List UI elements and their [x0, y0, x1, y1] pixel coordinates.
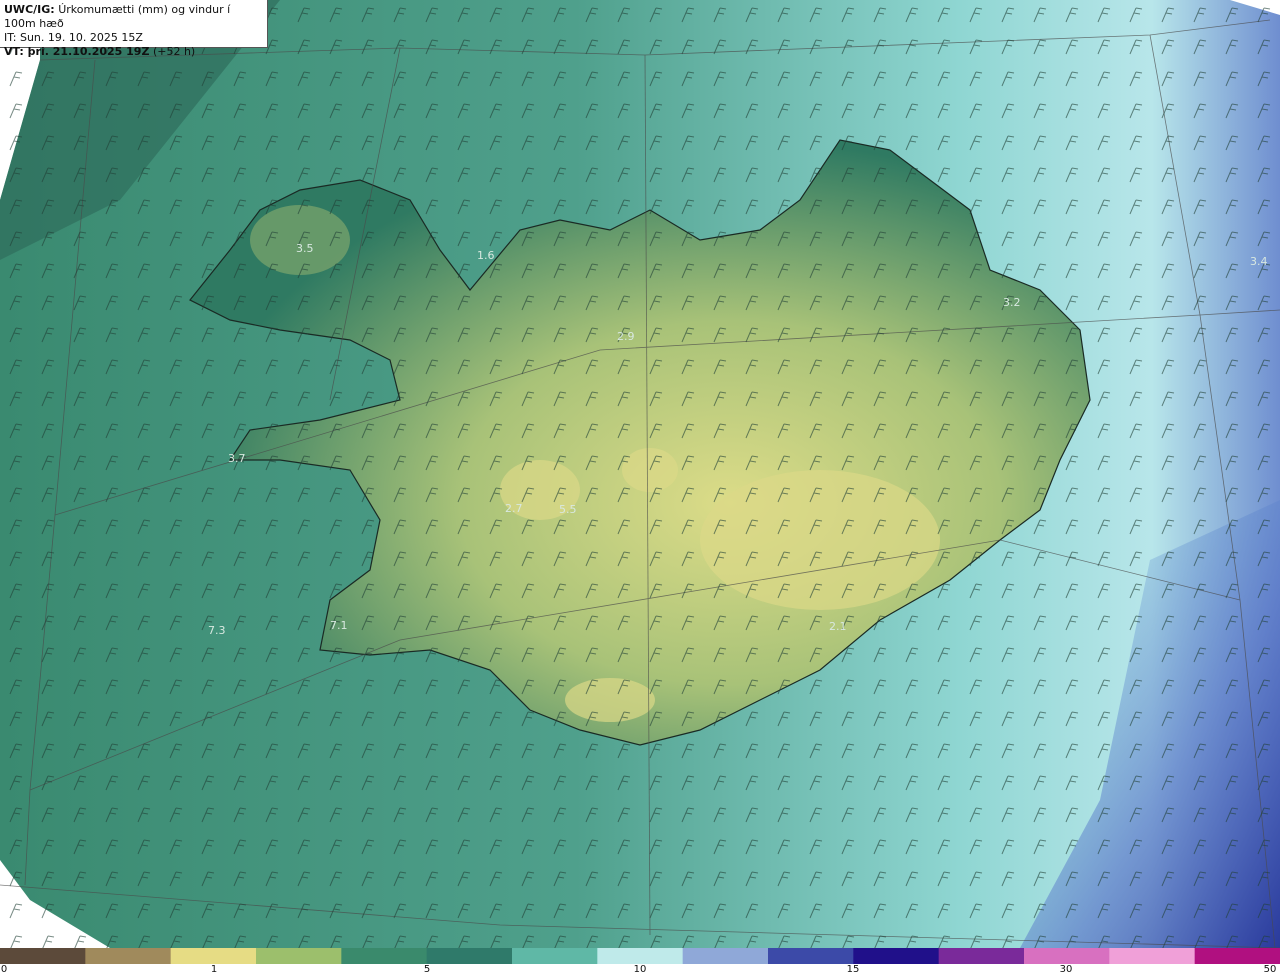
- map-label: 2.7: [505, 502, 523, 515]
- valid-offset: (+52 h): [152, 45, 196, 58]
- colorbar-tick: 10: [633, 964, 647, 975]
- colorbar-tick: 5: [423, 964, 431, 975]
- colorbar-tick: 1: [210, 964, 218, 975]
- valid-time: VT: þri. 21.10.2025 19Z: [4, 45, 150, 58]
- colorbar: [0, 948, 1280, 964]
- colorbar-segment: [1109, 948, 1196, 964]
- map-label: 7.1: [330, 619, 348, 632]
- colorbar-segment: [512, 948, 598, 964]
- map-label: 7.3: [208, 624, 226, 637]
- colorbar-segment: [597, 948, 684, 964]
- map-label: 3.4: [1250, 255, 1268, 268]
- map-label: 5.5: [559, 503, 577, 516]
- map-label: 2.9: [617, 330, 635, 343]
- colorbar-segment: [1024, 948, 1110, 964]
- map-label: 3.7: [228, 452, 246, 465]
- colorbar-segment: [768, 948, 854, 964]
- colorbar-tick: 15: [846, 964, 860, 975]
- colorbar-segment: [85, 948, 172, 964]
- colorbar-segment: [938, 948, 1025, 964]
- colorbar-segment: [170, 948, 257, 964]
- colorbar-segment: [853, 948, 940, 964]
- precipitation-wind-map: 3.5 1.6 2.9 3.2 3.4 3.7 2.7 5.5 7.3 7.1 …: [0, 0, 1280, 948]
- colorbar-segment: [426, 948, 513, 964]
- product-label: UWC/IG:: [4, 3, 55, 16]
- colorbar-segment: [1194, 948, 1280, 964]
- map-label: 2.1: [829, 620, 847, 633]
- colorbar-ticks: 0 1 5 10 15 30 50: [0, 964, 1280, 978]
- colorbar-segment: [256, 948, 342, 964]
- colorbar-tick: 0: [0, 964, 8, 975]
- colorbar-segment: [341, 948, 428, 964]
- map-label: 3.2: [1003, 296, 1021, 309]
- init-time: IT: Sun. 19. 10. 2025 15Z: [4, 31, 143, 44]
- colorbar-segment: [0, 948, 86, 964]
- colorbar-segment: [682, 948, 769, 964]
- map-label: 1.6: [477, 249, 495, 262]
- map-label: 3.5: [296, 242, 314, 255]
- wind-barbs: [0, 0, 1280, 948]
- colorbar-tick: 50: [1263, 964, 1277, 975]
- colorbar-tick: 30: [1059, 964, 1073, 975]
- info-box: UWC/IG: Úrkomumætti (mm) og vindur í 100…: [0, 0, 268, 58]
